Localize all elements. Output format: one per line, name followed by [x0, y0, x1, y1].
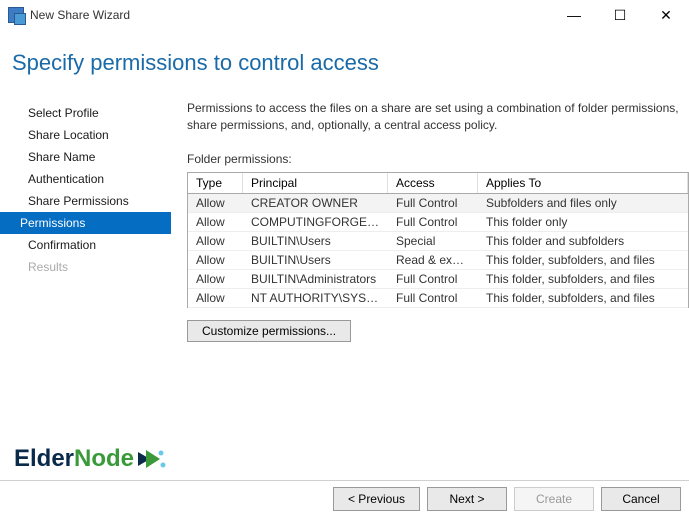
cell-principal: BUILTIN\Administrators: [243, 270, 388, 288]
table-row[interactable]: Allow COMPUTINGFORGEE\te... Full Control…: [188, 213, 688, 232]
wizard-header: Specify permissions to control access: [0, 30, 689, 88]
folder-permissions-label: Folder permissions:: [187, 152, 689, 166]
content-pane: Permissions to access the files on a sha…: [171, 88, 689, 478]
cell-principal: BUILTIN\Users: [243, 232, 388, 250]
minimize-button[interactable]: —: [551, 0, 597, 30]
next-button[interactable]: Next >: [427, 487, 507, 511]
close-button[interactable]: ✕: [643, 0, 689, 30]
cell-type: Allow: [188, 213, 243, 231]
cell-access: Special: [388, 232, 478, 250]
wizard-footer: < Previous Next > Create Cancel: [0, 480, 689, 516]
cell-type: Allow: [188, 232, 243, 250]
header-applies[interactable]: Applies To: [478, 173, 688, 193]
maximize-button[interactable]: ☐: [597, 0, 643, 30]
create-button: Create: [514, 487, 594, 511]
cell-applies: This folder only: [478, 213, 688, 231]
table-row[interactable]: Allow BUILTIN\Users Special This folder …: [188, 232, 688, 251]
table-row[interactable]: Allow NT AUTHORITY\SYSTEM Full Control T…: [188, 289, 688, 308]
cell-applies: This folder, subfolders, and files: [478, 251, 688, 269]
cell-type: Allow: [188, 251, 243, 269]
cell-access: Full Control: [388, 270, 478, 288]
cell-principal: COMPUTINGFORGEE\te...: [243, 213, 388, 231]
cell-principal: NT AUTHORITY\SYSTEM: [243, 289, 388, 307]
sidebar-item-share-name[interactable]: Share Name: [0, 146, 171, 168]
table-header: Type Principal Access Applies To: [188, 173, 688, 194]
cell-applies: Subfolders and files only: [478, 194, 688, 212]
sidebar-item-authentication[interactable]: Authentication: [0, 168, 171, 190]
cell-applies: This folder, subfolders, and files: [478, 270, 688, 288]
logo-mark-icon: [136, 444, 166, 474]
sidebar-item-share-permissions[interactable]: Share Permissions: [0, 190, 171, 212]
share-wizard-icon: [8, 7, 24, 23]
cell-access: Read & execute: [388, 251, 478, 269]
eldernode-logo: ElderNode: [14, 444, 166, 474]
header-principal[interactable]: Principal: [243, 173, 388, 193]
permissions-table: Type Principal Access Applies To Allow C…: [187, 172, 689, 308]
cell-access: Full Control: [388, 194, 478, 212]
sidebar-item-select-profile[interactable]: Select Profile: [0, 102, 171, 124]
header-type[interactable]: Type: [188, 173, 243, 193]
cell-type: Allow: [188, 194, 243, 212]
wizard-steps-sidebar: Select Profile Share Location Share Name…: [0, 88, 171, 478]
logo-text-node: Node: [74, 445, 134, 473]
cell-principal: BUILTIN\Users: [243, 251, 388, 269]
titlebar: New Share Wizard — ☐ ✕: [0, 0, 689, 30]
page-title: Specify permissions to control access: [12, 50, 689, 76]
cell-type: Allow: [188, 270, 243, 288]
cell-access: Full Control: [388, 213, 478, 231]
table-row[interactable]: Allow CREATOR OWNER Full Control Subfold…: [188, 194, 688, 213]
window-title: New Share Wizard: [30, 8, 130, 22]
sidebar-item-results: Results: [0, 256, 171, 278]
cell-access: Full Control: [388, 289, 478, 307]
sidebar-item-confirmation[interactable]: Confirmation: [0, 234, 171, 256]
cell-applies: This folder, subfolders, and files: [478, 289, 688, 307]
sidebar-item-share-location[interactable]: Share Location: [0, 124, 171, 146]
header-access[interactable]: Access: [388, 173, 478, 193]
logo-text-elder: Elder: [14, 445, 74, 473]
cell-principal: CREATOR OWNER: [243, 194, 388, 212]
cancel-button[interactable]: Cancel: [601, 487, 681, 511]
table-row[interactable]: Allow BUILTIN\Administrators Full Contro…: [188, 270, 688, 289]
sidebar-item-permissions[interactable]: Permissions: [0, 212, 171, 234]
cell-applies: This folder and subfolders: [478, 232, 688, 250]
cell-type: Allow: [188, 289, 243, 307]
previous-button[interactable]: < Previous: [333, 487, 420, 511]
table-row[interactable]: Allow BUILTIN\Users Read & execute This …: [188, 251, 688, 270]
customize-permissions-button[interactable]: Customize permissions...: [187, 320, 351, 342]
description-text: Permissions to access the files on a sha…: [187, 100, 689, 134]
